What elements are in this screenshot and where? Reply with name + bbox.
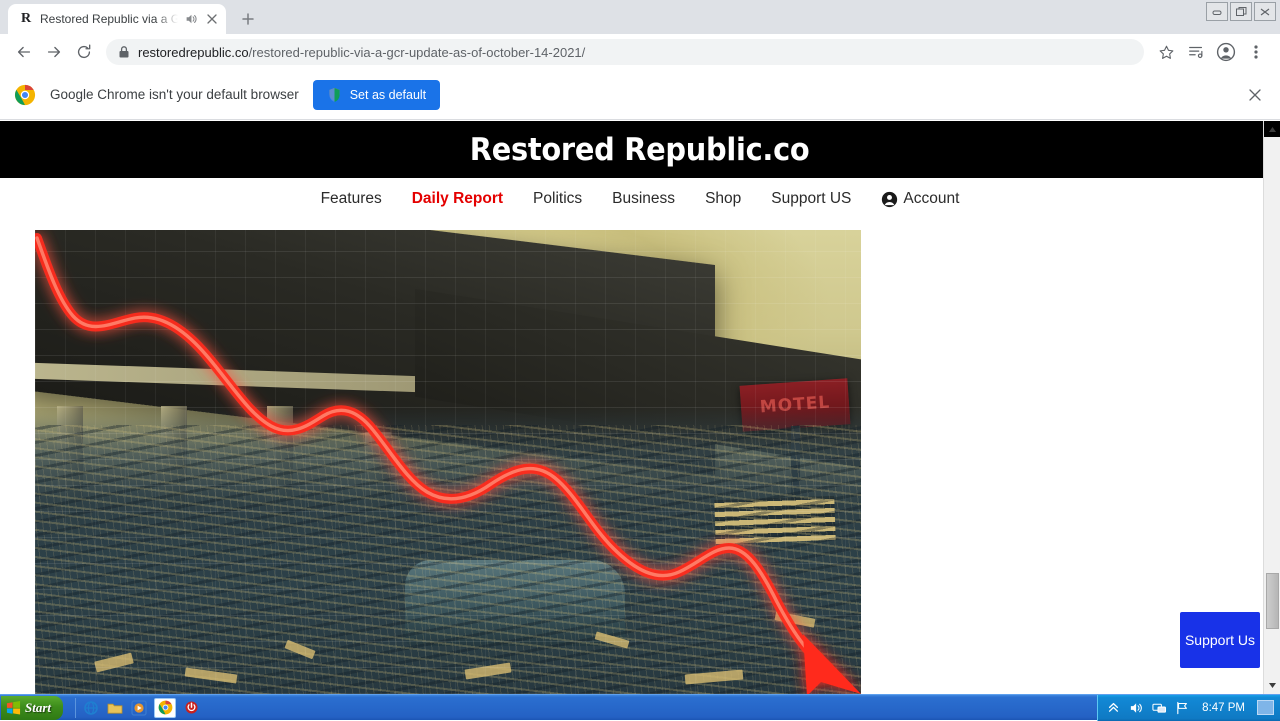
show-desktop-button[interactable] <box>1257 700 1274 715</box>
hero-declining-chart-line <box>35 230 861 694</box>
url-text: restoredrepublic.co/restored-republic-vi… <box>138 45 585 60</box>
shield-icon <box>327 87 342 102</box>
windows-taskbar: Start <box>0 694 1280 720</box>
chrome-icon[interactable] <box>154 698 176 718</box>
back-arrow-icon[interactable] <box>10 38 38 66</box>
minimize-icon[interactable] <box>1206 2 1228 21</box>
site-navigation: Features Daily Report Politics Business … <box>0 178 1280 220</box>
reading-list-icon[interactable] <box>1182 38 1210 66</box>
nav-item-shop[interactable]: Shop <box>705 190 741 208</box>
windows-logo-icon <box>6 700 21 715</box>
chrome-logo-icon <box>14 84 36 106</box>
restore-icon[interactable] <box>1230 2 1252 21</box>
window-controls <box>1206 2 1276 21</box>
volume-icon[interactable] <box>1129 700 1144 715</box>
star-icon[interactable] <box>1152 38 1180 66</box>
three-dot-menu-icon[interactable] <box>1242 38 1270 66</box>
reload-icon[interactable] <box>70 38 98 66</box>
file-explorer-icon[interactable] <box>106 699 123 716</box>
url-path: /restored-republic-via-a-gcr-update-as-o… <box>249 45 586 60</box>
show-hidden-icons-icon[interactable] <box>1106 700 1121 715</box>
tab-favicon: R <box>18 11 34 27</box>
support-us-button[interactable]: Support Us <box>1180 612 1260 668</box>
set-as-default-button[interactable]: Set as default <box>313 80 440 110</box>
site-title: Restored Republic.co <box>470 132 810 168</box>
quick-launch-bar <box>75 698 200 718</box>
caret-down-icon[interactable] <box>1264 677 1280 694</box>
default-browser-infobar: Google Chrome isn't your default browser… <box>0 70 1280 120</box>
caret-up-icon[interactable] <box>1264 121 1280 138</box>
internet-explorer-icon[interactable] <box>82 699 99 716</box>
close-icon[interactable] <box>1254 2 1276 21</box>
flag-icon[interactable] <box>1175 700 1190 715</box>
site-banner: Restored Republic.co <box>0 121 1280 178</box>
media-player-icon[interactable] <box>130 699 147 716</box>
start-label: Start <box>25 700 51 716</box>
nav-item-politics[interactable]: Politics <box>533 190 582 208</box>
nav-item-business[interactable]: Business <box>612 190 675 208</box>
page-viewport: Restored Republic.co Features Daily Repo… <box>0 121 1280 694</box>
set-as-default-label: Set as default <box>350 88 426 102</box>
account-avatar-icon[interactable] <box>1212 38 1240 66</box>
page-content: MOTEL <box>0 220 1280 694</box>
nav-item-features[interactable]: Features <box>321 190 382 208</box>
nav-item-account[interactable]: Account <box>881 190 959 208</box>
url-host: restoredrepublic.co <box>138 45 249 60</box>
nav-account-label: Account <box>903 190 959 208</box>
forward-arrow-icon[interactable] <box>40 38 68 66</box>
new-tab-button[interactable] <box>234 5 262 33</box>
infobar-close-icon[interactable] <box>1244 84 1266 106</box>
lock-icon <box>118 45 130 59</box>
browser-toolbar: restoredrepublic.co/restored-republic-vi… <box>0 34 1280 70</box>
address-bar[interactable]: restoredrepublic.co/restored-republic-vi… <box>106 39 1144 65</box>
infobar-message: Google Chrome isn't your default browser <box>50 87 299 102</box>
speaker-icon[interactable] <box>184 12 198 26</box>
scrollbar-thumb[interactable] <box>1266 573 1279 629</box>
tab-title: Restored Republic via a GCR Up <box>40 12 178 26</box>
network-icon[interactable] <box>1152 700 1167 715</box>
system-tray: 8:47 PM <box>1097 695 1280 721</box>
nav-item-daily-report[interactable]: Daily Report <box>412 190 503 208</box>
page-scrollbar[interactable] <box>1263 121 1280 694</box>
clock[interactable]: 8:47 PM <box>1202 702 1245 714</box>
account-circle-icon <box>881 191 898 208</box>
tab-close-icon[interactable] <box>204 11 220 27</box>
browser-tab[interactable]: R Restored Republic via a GCR Up <box>8 4 226 34</box>
hero-image: MOTEL <box>35 230 861 694</box>
start-button[interactable]: Start <box>1 696 63 720</box>
nav-item-support-us[interactable]: Support US <box>771 190 851 208</box>
power-icon[interactable] <box>183 699 200 716</box>
browser-tabstrip: R Restored Republic via a GCR Up <box>0 0 1280 34</box>
